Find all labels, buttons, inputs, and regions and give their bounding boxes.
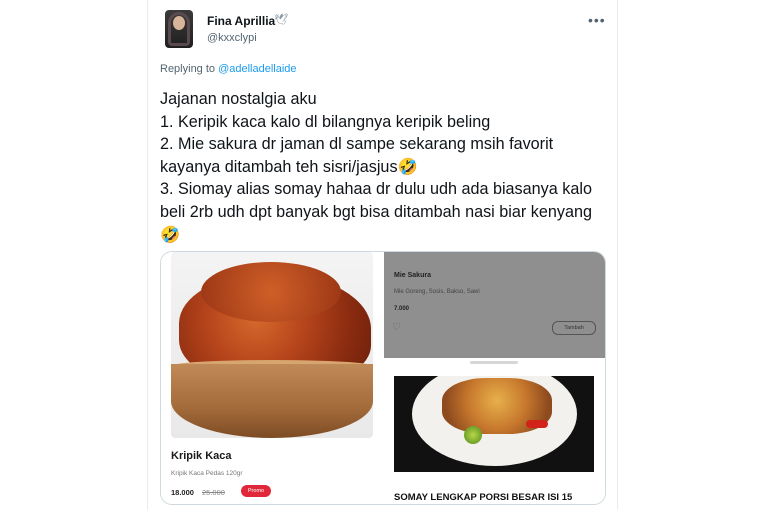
product-title: Mie Sakura [394, 272, 431, 279]
lime [464, 426, 482, 444]
kripik-kaca-photo [171, 252, 373, 438]
avatar[interactable] [165, 10, 193, 48]
timeline-left-border [147, 0, 148, 510]
product-title: SOMAY LENGKAP PORSI BESAR ISI 15 [394, 492, 573, 503]
product-price: 7.000 [394, 306, 410, 312]
media-right-top-card[interactable]: Mie Sakura Mie Goreng, Sosis, Bakso, Saw… [384, 252, 605, 358]
chili [526, 420, 548, 428]
media-left-card[interactable]: Kripik Kaca Kripik Kaca Pedas 120gr 18.0… [161, 252, 383, 504]
sheet-handle [470, 361, 518, 364]
tambah-button: Tambah [552, 321, 596, 335]
tweet-media-grid[interactable]: Kripik Kaca Kripik Kaca Pedas 120gr 18.0… [160, 251, 606, 505]
replying-to: Replying to @adelladellaide [160, 63, 297, 75]
avatar-face [173, 16, 185, 30]
somay-photo [394, 376, 594, 472]
wooden-bowl [171, 364, 373, 438]
display-name[interactable]: Fina Aprillia [207, 14, 275, 28]
heart-icon: ♡ [392, 322, 401, 333]
user-handle[interactable]: @kxxclypi [207, 32, 257, 44]
product-subtitle: Mie Goreng, Sosis, Bakso, Sawi [394, 289, 480, 295]
replying-to-user-link[interactable]: @adelladellaide [218, 63, 296, 75]
media-right-bottom-card[interactable]: SOMAY LENGKAP PORSI BESAR ISI 15 [384, 358, 605, 504]
dove-icon: 🕊 [274, 14, 288, 26]
more-options-icon[interactable]: ••• [588, 12, 606, 28]
timeline-right-border [617, 0, 618, 510]
product-title: Kripik Kaca [171, 450, 232, 462]
chips-top [201, 262, 341, 322]
product-price: 18.000 [171, 488, 194, 497]
tweet-text: Jajanan nostalgia aku 1. Keripik kaca ka… [160, 90, 592, 244]
product-subtitle: Kripik Kaca Pedas 120gr [171, 470, 243, 477]
replying-to-prefix: Replying to [160, 63, 219, 75]
product-old-price: 25.000 [202, 488, 225, 497]
promo-badge: Promo [241, 485, 271, 497]
